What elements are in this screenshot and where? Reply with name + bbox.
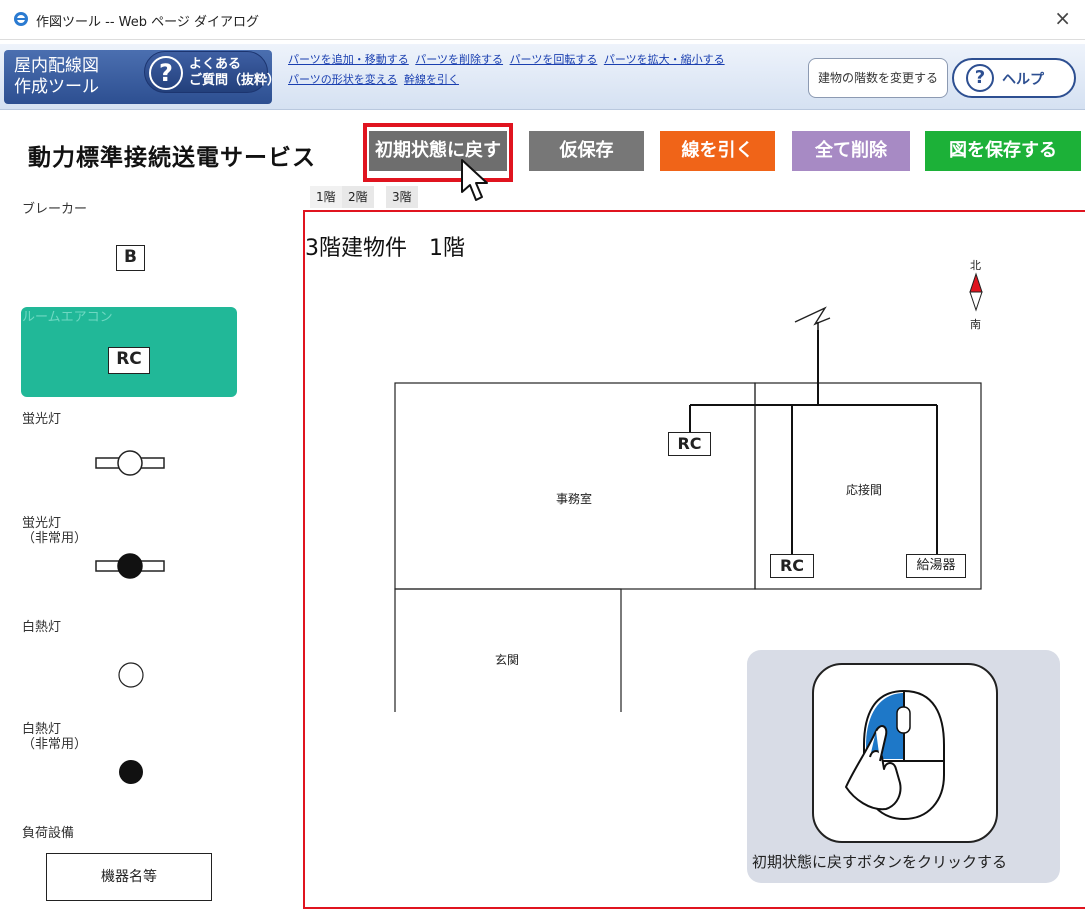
question-mark-icon: ?	[966, 64, 994, 92]
link-change-shape[interactable]: パーツの形状を変える	[288, 73, 397, 86]
office-room-label: 事務室	[556, 492, 593, 506]
hint-text: 初期状態に戻すボタンをクリックする	[752, 853, 1008, 871]
link-draw-trunk-line[interactable]: 幹線を引く	[404, 73, 459, 86]
compass-south-arrow	[969, 291, 983, 312]
save-drawing-button[interactable]: 図を保存する	[925, 131, 1081, 171]
faq-label: よくある ご質問（抜粋）	[189, 57, 281, 88]
faq-button[interactable]: ? よくある ご質問（抜粋）	[144, 51, 280, 93]
delete-all-button[interactable]: 全て削除	[792, 131, 910, 171]
link-rotate-parts[interactable]: パーツを回転する	[510, 53, 598, 66]
tab-floor-1[interactable]: 1階	[310, 186, 342, 208]
compass-south-label: 南	[970, 318, 981, 331]
tool-title: 屋内配線図 作成ツール	[14, 56, 99, 97]
window-title-bar: 作図ツール -- Web ページ ダイアログ ×	[0, 0, 1085, 40]
breaker-symbol[interactable]: B	[116, 245, 145, 271]
temp-save-button[interactable]: 仮保存	[529, 131, 644, 171]
internet-explorer-icon	[14, 12, 28, 26]
tab-floor-3[interactable]: 3階	[386, 186, 418, 208]
room-ac-placed-2[interactable]: RC	[770, 554, 814, 578]
incandescent-emergency-symbol[interactable]	[116, 757, 146, 787]
mouse-pointer-icon	[461, 159, 488, 201]
mouse-click-icon	[812, 663, 998, 843]
help-label: ヘルプ	[1002, 72, 1044, 88]
fluorescent-emergency-label: 蛍光灯 （非常用）	[22, 516, 88, 546]
room-ac-label: ルームエアコン	[22, 310, 113, 325]
room-ac-placed-1[interactable]: RC	[668, 432, 711, 456]
link-add-move-parts[interactable]: パーツを追加・移動する	[288, 53, 409, 66]
fluorescent-emergency-symbol[interactable]	[94, 551, 166, 581]
equipment-name-symbol[interactable]: 機器名等	[46, 853, 212, 901]
incandescent-symbol[interactable]	[116, 660, 146, 690]
draw-line-button[interactable]: 線を引く	[660, 131, 775, 171]
room-ac-symbol[interactable]: RC	[108, 347, 150, 374]
help-links: パーツを追加・移動する パーツを削除する パーツを回転する パーツを拡大・縮小す…	[288, 50, 808, 90]
entrance-room-label: 玄関	[495, 653, 520, 667]
change-floors-button[interactable]: 建物の階数を変更する	[808, 58, 948, 98]
link-scale-parts[interactable]: パーツを拡大・縮小する	[604, 53, 725, 66]
compass-north-label: 北	[970, 259, 981, 272]
close-icon[interactable]: ×	[1054, 6, 1071, 30]
incandescent-label: 白熱灯	[22, 620, 62, 635]
incandescent-emergency-label: 白熱灯 （非常用）	[22, 722, 88, 752]
tool-header: 屋内配線図 作成ツール ? よくある ご質問（抜粋） パーツを追加・移動する パ…	[0, 44, 1085, 110]
reception-room-label: 応接間	[846, 483, 883, 497]
floor-plan	[394, 272, 983, 712]
question-mark-icon: ?	[149, 56, 183, 90]
fluorescent-symbol[interactable]	[94, 448, 166, 478]
tab-floor-2[interactable]: 2階	[342, 186, 374, 208]
trunk-wiring	[689, 330, 938, 556]
page-title: 動力標準接続送電サービス	[28, 145, 316, 171]
window-title: 作図ツール -- Web ページ ダイアログ	[36, 15, 259, 30]
fluorescent-label: 蛍光灯	[22, 412, 62, 427]
service-drop-symbol	[794, 306, 831, 326]
load-equipment-label: 負荷設備	[22, 826, 75, 841]
link-delete-parts[interactable]: パーツを削除する	[415, 53, 503, 66]
help-button[interactable]: ? ヘルプ	[952, 58, 1076, 98]
breaker-label: ブレーカー	[22, 202, 88, 217]
compass-north-arrow	[969, 272, 983, 293]
water-heater-placed[interactable]: 給湯器	[906, 554, 966, 578]
office-room	[394, 382, 756, 590]
